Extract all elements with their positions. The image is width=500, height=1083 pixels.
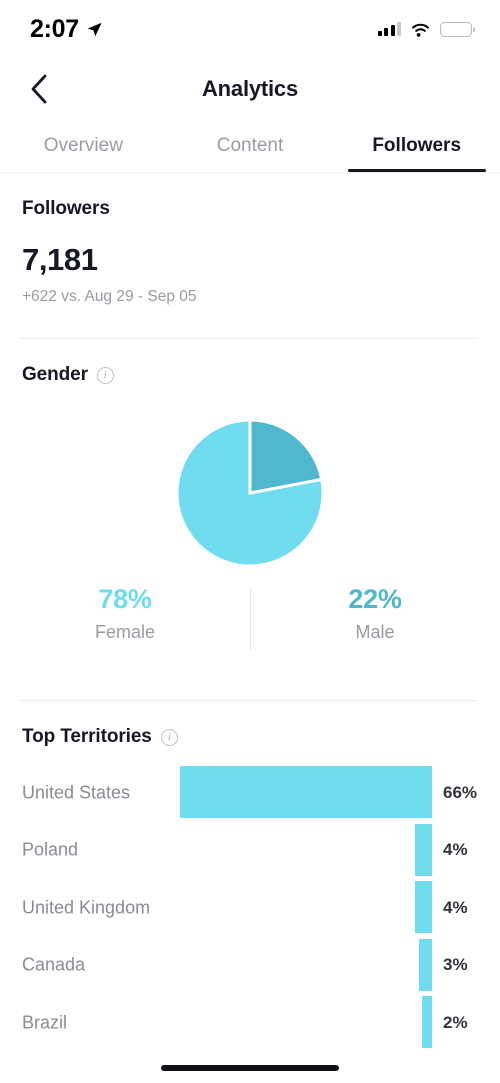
gender-male-label: Male	[355, 622, 395, 642]
territory-row: United Kingdom 4%	[0, 879, 500, 937]
status-time: 2:07	[30, 14, 79, 43]
gender-legend-female: 78% Female	[0, 584, 250, 656]
analytics-screen: 2:07 Analytics Overview Content Follower…	[0, 0, 500, 1083]
tab-followers-label: Followers	[372, 135, 462, 156]
tab-bar: Overview Content Followers	[0, 120, 500, 172]
gender-legend: 78% Female 22% Male	[0, 584, 500, 656]
tab-bar-border	[0, 172, 500, 173]
gender-female-percent: 78%	[98, 584, 152, 614]
tab-overview-label: Overview	[43, 135, 123, 156]
divider-followers	[20, 338, 478, 339]
pie-slice-male	[248, 418, 324, 495]
territory-percent: 66%	[443, 782, 478, 802]
cellular-signal-icon	[377, 22, 401, 36]
tab-content-label: Content	[216, 135, 284, 156]
followers-summary: Followers 7,181 +622 vs. Aug 29 - Sep 05	[22, 198, 197, 306]
tab-overview[interactable]: Overview	[0, 120, 167, 172]
territory-percent: 3%	[443, 955, 468, 975]
info-circle-icon[interactable]: i	[96, 366, 114, 384]
gender-section-header: Gender i	[22, 364, 114, 386]
territory-bar	[415, 823, 432, 876]
status-bar-right	[377, 21, 475, 37]
territory-bar	[422, 996, 432, 1048]
followers-delta: +622 vs. Aug 29 - Sep 05	[22, 288, 197, 305]
followers-section-title: Followers	[22, 198, 110, 219]
gender-legend-divider	[250, 588, 251, 650]
territories-section-title: Top Territories	[22, 726, 152, 747]
territory-name: Poland	[22, 839, 79, 860]
territory-row: Poland 4%	[0, 822, 500, 880]
territory-bar	[180, 766, 432, 818]
territory-bar	[415, 881, 432, 933]
gender-pie-svg	[175, 418, 325, 568]
gender-pie-chart	[175, 418, 325, 568]
territories-list: United States 66% Poland 4% United Kingdom 4%…	[0, 764, 500, 1052]
wifi-icon	[412, 23, 429, 37]
page-title: Analytics	[201, 76, 299, 101]
territory-name: United States	[22, 782, 131, 803]
territory-name: Canada	[22, 954, 86, 975]
tab-followers[interactable]: Followers	[333, 120, 500, 172]
gender-female-label: Female	[94, 622, 156, 642]
territories-section-header: Top Territories i	[22, 726, 178, 748]
info-circle-icon[interactable]: i	[160, 728, 178, 746]
divider-gender	[20, 700, 478, 701]
territory-percent: 4%	[443, 840, 468, 860]
gender-section-title: Gender	[22, 364, 88, 385]
territory-bar	[419, 938, 432, 991]
home-indicator	[161, 1065, 339, 1071]
followers-count: 7,181	[22, 242, 98, 277]
status-bar: 2:07	[0, 0, 500, 58]
gender-legend-male: 22% Male	[250, 584, 500, 656]
battery-low-icon	[440, 21, 475, 37]
territory-name: United Kingdom	[22, 897, 151, 918]
territory-percent: 4%	[443, 897, 468, 917]
territory-name: Brazil	[22, 1012, 68, 1033]
territory-row: United States 66%	[0, 764, 500, 822]
territory-row: Canada 3%	[0, 937, 500, 995]
location-arrow-icon	[87, 22, 102, 36]
nav-bar: Analytics	[0, 58, 500, 120]
territory-row: Brazil 2%	[0, 994, 500, 1052]
status-bar-left: 2:07	[30, 15, 103, 44]
territory-percent: 2%	[443, 1012, 468, 1032]
gender-male-percent: 22%	[348, 584, 402, 614]
tab-content[interactable]: Content	[167, 120, 334, 172]
